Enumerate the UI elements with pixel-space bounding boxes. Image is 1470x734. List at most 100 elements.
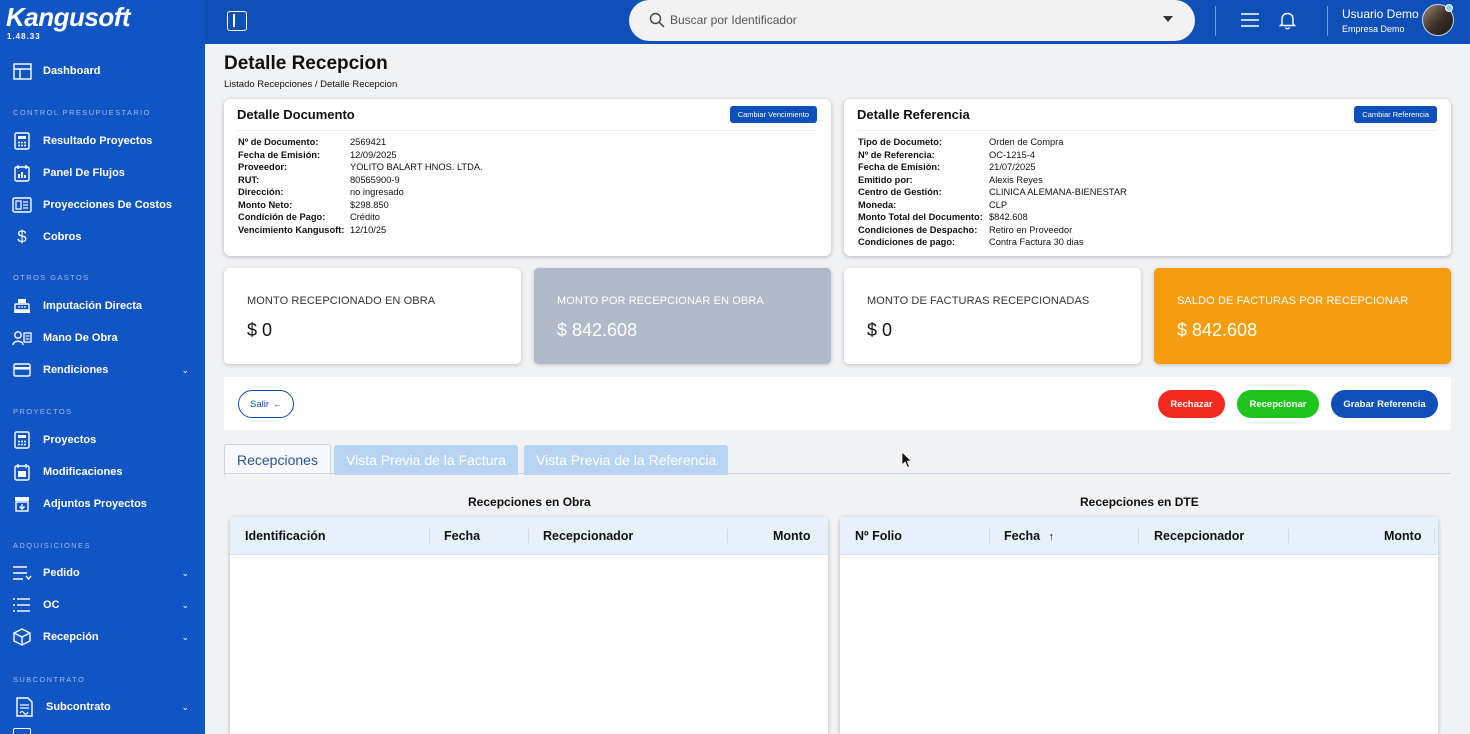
sidebar-item-subcontrato[interactable]: Subcontrato ⌄ <box>0 691 205 723</box>
field-row: Fecha de Emisión: 12/09/2025 <box>238 149 483 162</box>
divider <box>1327 6 1328 36</box>
calculator-icon <box>12 131 32 151</box>
card-title: Detalle Referencia <box>857 107 970 122</box>
field-label: Condiciones de pago: <box>858 237 956 247</box>
cambiar-vencimiento-button[interactable]: Cambiar Vencimiento <box>729 106 817 123</box>
sidebar-item-label: Subcontrato <box>46 701 111 713</box>
field-value: 80565900-9 <box>350 174 400 185</box>
sidebar-item-label: OC <box>43 599 60 611</box>
field-label: Moneda: <box>858 199 897 210</box>
field-value: Alexis Reyes <box>989 174 1043 185</box>
stat-value: $ 842.608 <box>557 320 638 340</box>
recepcionar-button[interactable]: Recepcionar <box>1237 390 1319 418</box>
field-value: no ingresado <box>350 187 404 197</box>
grid-header: Nº Folio Fecha ↑ Recepcionador Monto <box>840 517 1438 555</box>
salir-button[interactable]: Salir ← <box>238 390 294 418</box>
column-header-label: Fecha <box>1004 529 1041 543</box>
card-title: Detalle Documento <box>237 107 355 122</box>
sort-arrow-up-icon[interactable]: ↑ <box>1049 531 1055 543</box>
field-row: Proveedor: YOLITO BALART HNOS. LTDA. <box>238 161 483 174</box>
column-header-recepcionador[interactable]: Recepcionador <box>1154 529 1244 543</box>
column-separator[interactable] <box>429 529 430 543</box>
field-label: Condiciones de Despacho: <box>858 224 978 235</box>
dollar-icon: $ <box>17 227 27 246</box>
column-header-fecha[interactable]: Fecha ↑ <box>1004 529 1054 543</box>
field-label: Tipo de Documeto: <box>858 137 943 147</box>
tab-recepciones[interactable]: Recepciones <box>224 444 331 475</box>
sidebar-item-proyectos[interactable]: Proyectos <box>0 424 205 456</box>
sidebar-item-label: Imputación Directa <box>43 300 143 312</box>
dropdown-caret-icon[interactable] <box>1163 16 1173 22</box>
column-separator[interactable] <box>989 529 990 543</box>
sidebar-item-oc[interactable]: OC ⌄ <box>0 589 205 621</box>
action-bar: Salir ← Rechazar Recepcionar Grabar Refe… <box>224 377 1451 430</box>
bell-icon[interactable] <box>1278 11 1297 35</box>
rechazar-button[interactable]: Rechazar <box>1158 390 1225 418</box>
field-value: 12/10/25 <box>350 224 387 235</box>
grabar-referencia-button[interactable]: Grabar Referencia <box>1331 390 1438 418</box>
sidebar-item-adjuntos[interactable]: Adjuntos Proyectos <box>0 488 205 520</box>
field-value: Crédito <box>350 212 380 222</box>
stat-title: MONTO POR RECEPCIONAR EN OBRA <box>557 295 764 307</box>
mouse-cursor-icon <box>901 451 913 474</box>
tab-vista-factura[interactable]: Vista Previa de la Factura <box>334 445 519 475</box>
column-header-fecha[interactable]: Fecha <box>444 529 480 543</box>
sidebar-item-modificaciones[interactable]: Modificaciones <box>0 456 205 488</box>
sidebar-item-recepcion[interactable]: Recepción ⌄ <box>0 621 205 653</box>
column-separator[interactable] <box>1138 529 1139 543</box>
column-header-folio[interactable]: Nº Folio <box>855 529 902 543</box>
sidebar-item-label: Pedido <box>43 567 80 579</box>
box-icon <box>12 627 32 647</box>
sidebar-item-label: Mano De Obra <box>43 332 118 344</box>
field-value: $842.608 <box>989 212 1028 222</box>
menu-icon[interactable] <box>1241 12 1259 33</box>
user-name[interactable]: Usuario Demo <box>1342 7 1419 21</box>
sidebar-item-label: Adjuntos Proyectos <box>43 498 147 510</box>
divider <box>1215 6 1216 36</box>
field-value: OC-1215-4 <box>989 149 1035 160</box>
sidebar-item-dashboard[interactable]: Dashboard <box>0 55 205 87</box>
sidebar-item-label: Modificaciones <box>43 466 123 478</box>
field-label: Vencimiento Kangusoft: <box>238 224 345 235</box>
sidebar-item-imputacion[interactable]: Imputación Directa <box>0 290 205 322</box>
column-separator[interactable] <box>727 529 728 543</box>
field-row: Nº de Documento: 2569421 <box>238 136 483 149</box>
salir-label: Salir <box>249 398 269 410</box>
field-label: Monto Neto: <box>238 199 293 210</box>
recepciones-dte-grid: Nº Folio Fecha ↑ Recepcionador Monto <box>840 517 1438 734</box>
field-row: Moneda: CLP <box>858 199 1127 212</box>
column-header-monto[interactable]: Monto <box>1384 529 1421 543</box>
app-logo[interactable]: Kangusoft <box>6 2 131 33</box>
field-value: CLINICA ALEMANA-BIENESTAR <box>989 187 1127 197</box>
calendar-chart-icon <box>12 163 32 183</box>
cambiar-referencia-button[interactable]: Cambiar Referencia <box>1354 106 1437 123</box>
column-separator[interactable] <box>528 529 529 543</box>
sidebar-item-costos[interactable]: Proyecciones De Costos <box>0 189 205 221</box>
tab-vista-referencia[interactable]: Vista Previa de la Referencia <box>524 445 729 475</box>
sidebar-item-pedido[interactable]: Pedido ⌄ <box>0 557 205 589</box>
column-separator[interactable] <box>1434 529 1435 543</box>
app-version: 1.48.33 <box>7 32 41 41</box>
topbar: Usuario Demo Empresa Demo <box>205 0 1470 44</box>
sidebar-item-flujos[interactable]: Panel De Flujos <box>0 157 205 189</box>
column-header-monto[interactable]: Monto <box>773 529 810 543</box>
search-input[interactable] <box>670 10 1150 30</box>
sidebar-toggle-icon[interactable] <box>227 11 247 31</box>
stat-value: $ 0 <box>867 320 893 340</box>
sidebar-item-mano[interactable]: Mano De Obra <box>0 322 205 354</box>
field-row: RUT: 80565900-9 <box>238 174 483 187</box>
sidebar-item-rendiciones[interactable]: Rendiciones ⌄ <box>0 354 205 386</box>
breadcrumb-parent-link[interactable]: Listado Recepciones <box>224 79 312 90</box>
sidebar-item-resultado[interactable]: Resultado Proyectos <box>0 125 205 157</box>
sidebar-item-cobros[interactable]: $ Cobros <box>0 221 205 253</box>
field-value: 21/07/2025 <box>989 162 1036 172</box>
divider <box>857 130 1438 131</box>
search-bar[interactable] <box>629 0 1195 41</box>
field-label: Nº de Referencia: <box>858 149 935 160</box>
sidebar-item-label: Rendiciones <box>43 364 109 376</box>
column-separator[interactable] <box>1288 529 1289 543</box>
column-header-recepcionador[interactable]: Recepcionador <box>543 529 633 543</box>
column-header-identificacion[interactable]: Identificación <box>245 529 326 543</box>
sidebar-item-label: Recepción <box>43 631 99 643</box>
partial-icon <box>13 728 31 734</box>
